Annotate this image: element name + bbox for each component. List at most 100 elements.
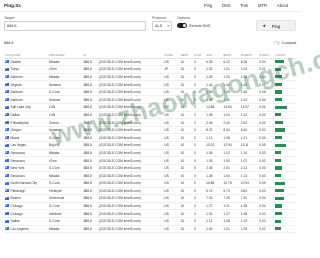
flag-icon xyxy=(5,82,9,86)
ip-info-cell-text: (GOOGLE.COM level3.com) xyxy=(98,173,141,178)
brand-logo[interactable]: Ping.Sx xyxy=(4,3,21,8)
worst-cell-text: 1.35 xyxy=(240,204,248,209)
worst-cell-text: 5.81 xyxy=(240,188,248,193)
sent-cell-text: 10 xyxy=(180,74,185,79)
ip-cell-text: 888.8 xyxy=(83,188,92,193)
worst-cell-text: 14.97 xyxy=(240,105,250,110)
flag-icon xyxy=(5,67,9,71)
location-cell-text: Boston xyxy=(10,196,21,201)
avg-cell-text: 8.37 xyxy=(206,128,213,133)
top-bar: Ping.Sx Ping DNS Trek MTR About xyxy=(0,0,300,12)
flag-icon xyxy=(5,174,9,177)
code-cell: US xyxy=(163,194,180,203)
compact-toggle[interactable] xyxy=(273,41,280,45)
best-cell: 1.04 xyxy=(222,111,240,120)
stdev-cell-text: 0.03 xyxy=(259,219,266,224)
location-cell-text: New York xyxy=(10,166,25,171)
lost-cell-text: 0 xyxy=(193,59,196,64)
avg-cell-text: 1.05 xyxy=(206,150,213,155)
location-cell-text: Dallas xyxy=(10,112,20,117)
nav-mtr[interactable]: MTR xyxy=(258,3,267,8)
flag-icon xyxy=(5,166,9,170)
ip-cell: 888.8 xyxy=(82,156,98,165)
code-cell: US xyxy=(163,187,180,196)
worst-cell: 5.81 xyxy=(239,187,259,196)
worst-cell: 1.10 xyxy=(239,149,259,158)
code-cell-text: US xyxy=(164,173,169,178)
lost-cell: 0 xyxy=(192,179,206,188)
toggle-knob xyxy=(182,23,187,28)
nav-trek[interactable]: Trek xyxy=(240,3,248,8)
provider-cell-text: Misaka xyxy=(48,173,60,178)
code-cell-text: US xyxy=(164,59,169,64)
avg-cell-text: 1.27 xyxy=(206,204,213,209)
stdev-cell: 0.03 xyxy=(258,217,275,226)
best-cell-text: 2.01 xyxy=(223,166,230,171)
provider-cell-text: cTom xyxy=(48,67,57,72)
avg-cell: 7.31 xyxy=(205,194,223,203)
stdev-cell-text: 0.03 xyxy=(259,150,266,155)
ip-cell: 888.8 xyxy=(82,209,98,218)
chart-cell xyxy=(274,95,296,105)
flag-icon xyxy=(5,158,9,162)
code-cell: US xyxy=(163,209,180,218)
best-cell-text: 1.27 xyxy=(223,211,230,216)
best-cell: 1.00 xyxy=(222,156,240,165)
target-input[interactable]: 888.8 xyxy=(4,21,146,31)
location-cell-text: Secaucus xyxy=(10,173,25,178)
remote-dns-toggle[interactable] xyxy=(177,23,187,28)
protocol-select[interactable]: ALS ▾ xyxy=(152,21,172,31)
lost-cell-text: 0 xyxy=(193,67,196,72)
best-cell-text: 1.21 xyxy=(223,204,230,209)
location-cell-text: Miami xyxy=(10,135,20,140)
worst-cell: 7.40 xyxy=(239,194,259,203)
location-cell: Los Angeles xyxy=(4,225,48,234)
ip-info-cell: (GOOGLE.COM level3.com) xyxy=(97,65,164,74)
ip-info-cell: (GOOGLE.COM level3.com) xyxy=(97,156,164,165)
sent-cell-text: 10 xyxy=(180,67,185,72)
lost-cell-text: 0 xyxy=(193,128,196,133)
location-cell-text: Chicago xyxy=(10,204,23,209)
lost-cell-text: 0 xyxy=(193,188,196,193)
lost-cell-text: 0 xyxy=(193,143,196,148)
ip-cell-text: 888.8 xyxy=(83,143,92,148)
chart-cell xyxy=(274,88,296,97)
best-cell-text: 1.08 xyxy=(223,219,230,224)
lost-cell: 0 xyxy=(192,187,206,196)
ip-info-cell-text: (GOOGLE.COM level3.com) xyxy=(98,226,141,231)
provider-cell-text: G-Core xyxy=(48,204,60,209)
sent-cell: 10 xyxy=(179,156,193,165)
avg-cell-text: 1.03 xyxy=(206,158,213,163)
ping-button[interactable]: Ping xyxy=(256,20,296,31)
sent-cell: 10 xyxy=(179,73,193,82)
ip-cell-text: 888.8 xyxy=(83,97,92,102)
code-cell: US xyxy=(163,202,180,211)
provider-cell: LSN xyxy=(47,103,83,112)
provider-cell: Terabyte xyxy=(47,187,83,196)
table-row: Boston Greenhost 888.8 (GOOGLE.COM level3.c… xyxy=(4,194,296,203)
code-cell: US xyxy=(163,58,180,67)
avg-cell-text: 1.12 xyxy=(206,219,213,224)
provider-cell-text: Greenhost xyxy=(48,196,65,201)
nav-about[interactable]: About xyxy=(277,3,288,8)
ip-cell-text: 888.8 xyxy=(83,181,92,186)
table-row: Secaucus xTom 888.8 (GOOGLE.COM level3.com)… xyxy=(4,156,296,165)
lost-cell: 0 xyxy=(192,194,206,203)
ip-info-cell-text: (GOOGLE.COM level3.com) xyxy=(98,181,141,186)
sent-cell: 10 xyxy=(179,209,193,218)
ip-cell-text: 888.8 xyxy=(83,67,92,72)
flag-icon xyxy=(5,211,9,215)
code-cell-text: US xyxy=(164,181,169,186)
sent-cell: 10 xyxy=(179,141,193,150)
best-cell-text: 2.40 xyxy=(223,120,230,125)
best-cell-text: 1.00 xyxy=(223,158,230,163)
avg-cell-text: 1.08 xyxy=(206,173,213,178)
code-cell: JP xyxy=(163,65,180,74)
lost-cell-text: 0 xyxy=(193,135,196,140)
ip-info-cell: (GOOGLE.COM level3.com) xyxy=(97,73,164,82)
lost-cell: 0 xyxy=(192,126,206,135)
nav-ping[interactable]: Ping xyxy=(204,3,212,8)
ip-info-cell-text: (GOOGLE.COM level3.com) xyxy=(98,166,141,171)
stdev-cell-text: 0.03 xyxy=(259,120,266,125)
nav-dns[interactable]: DNS xyxy=(222,3,231,8)
